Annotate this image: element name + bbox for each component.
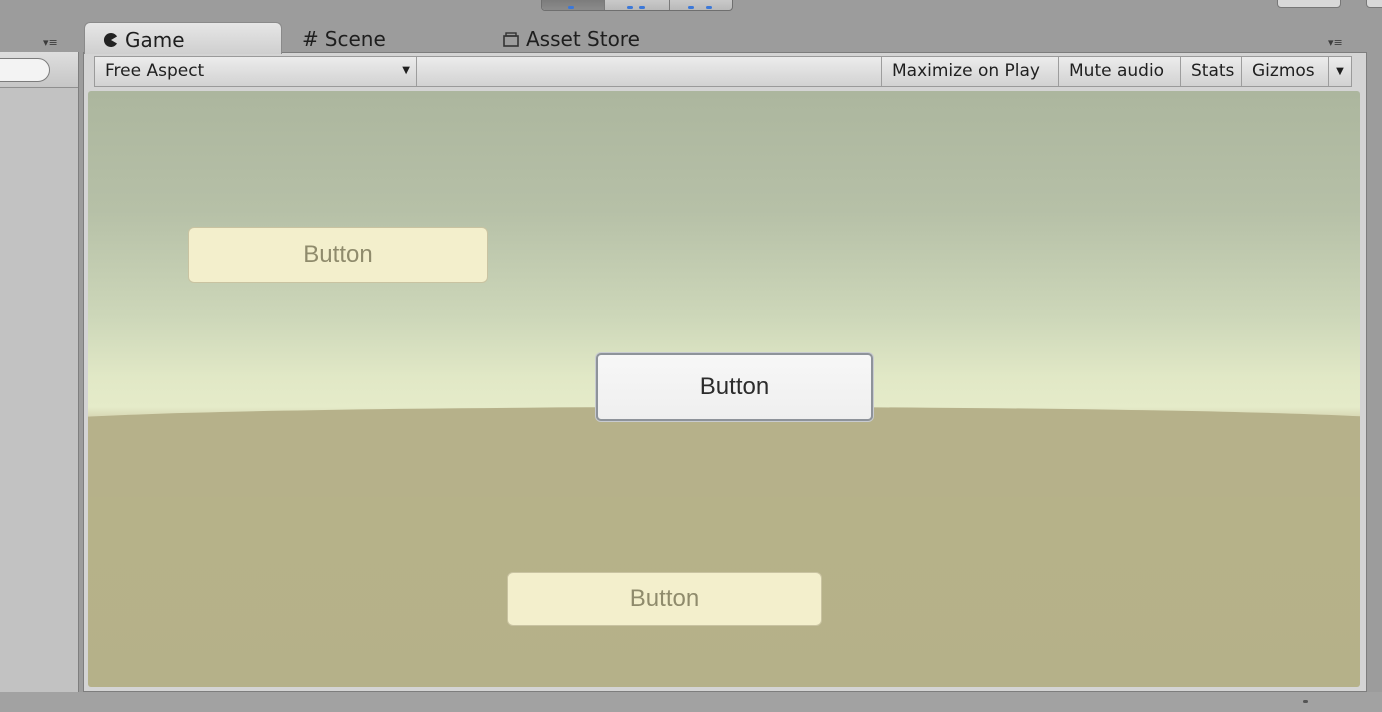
aspect-label: Free Aspect [105,61,205,81]
maximize-on-play-toggle[interactable]: Maximize on Play [881,57,1059,86]
play-button[interactable] [542,0,605,10]
game-button-focused[interactable]: Button [596,353,873,421]
hierarchy-toolbar [0,52,78,88]
pacman-icon [103,33,117,47]
game-button[interactable]: Button [507,572,822,626]
hierarchy-panel [0,52,79,692]
game-button[interactable]: Button [188,227,488,283]
pause-button[interactable] [605,0,670,10]
tab-asset-store[interactable]: Asset Store [500,22,680,53]
mute-audio-toggle[interactable]: Mute audio [1059,57,1181,86]
bag-icon [503,32,519,47]
grid-icon: # [302,27,319,51]
step-button[interactable] [670,0,732,10]
tab-game-label: Game [125,28,185,52]
layout-dropdown[interactable] [1366,0,1382,8]
layers-dropdown[interactable] [1277,0,1341,8]
aspect-dropdown[interactable]: Free Aspect ▼ [95,57,417,86]
status-bar [0,692,1382,712]
tab-scene-label: Scene [324,27,386,51]
game-toolbar: Free Aspect ▼ Maximize on Play Mute audi… [94,56,1352,87]
play-controls [541,0,733,11]
game-viewport[interactable]: Button Button Button [88,91,1360,687]
tab-game[interactable]: Game [84,22,282,54]
search-field[interactable] [0,58,50,82]
panel-menu-icon[interactable]: ▾≡ [1328,36,1343,49]
chevron-down-icon: ▼ [402,65,410,76]
panel-menu-icon[interactable]: ▾≡ [43,36,58,49]
tab-asset-store-label: Asset Store [526,27,640,51]
tab-scene[interactable]: # Scene [300,22,420,53]
gizmos-toggle[interactable]: Gizmos [1242,57,1329,86]
game-window: Free Aspect ▼ Maximize on Play Mute audi… [83,52,1367,692]
status-indicator [1303,700,1308,703]
chevron-down-icon[interactable]: ▼ [1329,57,1351,86]
stats-toggle[interactable]: Stats [1181,57,1242,86]
